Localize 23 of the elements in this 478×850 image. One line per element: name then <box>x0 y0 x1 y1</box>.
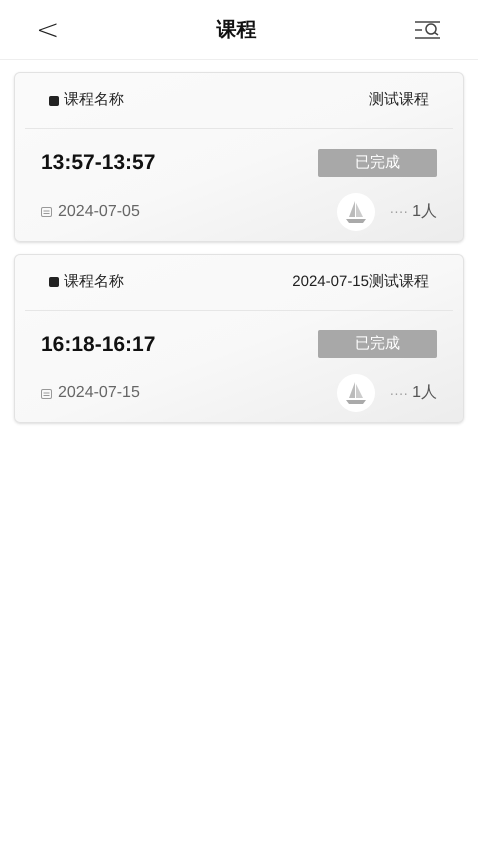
sailboat-avatar-icon <box>337 374 376 412</box>
calendar-icon <box>41 206 52 217</box>
filter-search-icon[interactable] <box>414 20 442 40</box>
course-card[interactable]: 课程名称 2024-07-15测试课程 16:18-16:17 已完成 2024-07-15 ···· 1人 <box>14 254 464 423</box>
dots-text: ···· <box>389 202 408 221</box>
course-date: 2024-07-05 <box>58 202 140 222</box>
participant-count: 1人 <box>412 202 437 222</box>
page-title: 课程 <box>216 18 257 42</box>
calendar-icon <box>41 388 52 398</box>
course-card[interactable]: 课程名称 测试课程 13:57-13:57 已完成 2024-07-05 ···· 1人 <box>14 72 464 242</box>
course-name: 测试课程 <box>369 90 429 110</box>
course-label: 课程名称 <box>64 90 124 110</box>
status-badge: 已完成 <box>318 148 437 177</box>
status-badge: 已完成 <box>318 330 437 358</box>
course-label: 课程名称 <box>64 272 124 292</box>
course-time: 13:57-13:57 <box>41 150 156 176</box>
back-button[interactable]: < <box>36 8 60 50</box>
sailboat-avatar-icon <box>337 192 376 230</box>
course-name: 2024-07-15测试课程 <box>292 272 429 292</box>
participant-count: 1人 <box>412 383 437 403</box>
dots-text: ···· <box>389 384 408 402</box>
course-date: 2024-07-15 <box>58 383 140 403</box>
course-time: 16:18-16:17 <box>41 332 156 358</box>
